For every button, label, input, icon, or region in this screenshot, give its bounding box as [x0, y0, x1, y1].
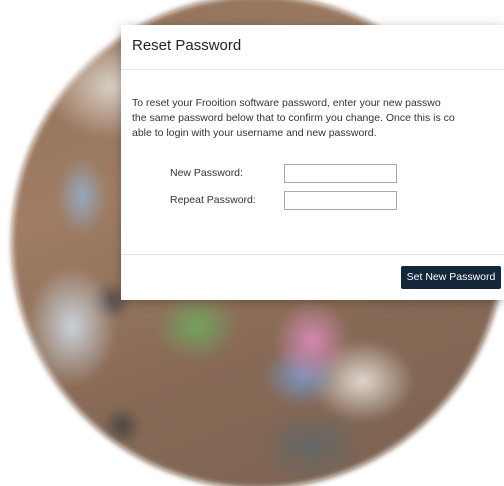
dialog-instructions: To reset your Frooition software passwor…: [132, 96, 504, 141]
repeat-password-label: Repeat Password:: [170, 194, 256, 206]
reset-password-dialog: Reset Password To reset your Frooition s…: [121, 25, 504, 300]
instruction-line-3: able to login with your username and new…: [132, 127, 377, 139]
new-password-row: New Password:: [121, 164, 504, 184]
dialog-footer: Set New Password: [121, 254, 504, 300]
new-password-input[interactable]: [284, 164, 397, 183]
instruction-line-2: the same password below that to confirm …: [132, 112, 455, 124]
new-password-label: New Password:: [170, 167, 243, 179]
repeat-password-row: Repeat Password:: [121, 191, 504, 211]
set-new-password-button[interactable]: Set New Password: [401, 266, 501, 289]
dialog-title: Reset Password: [132, 37, 242, 54]
repeat-password-input[interactable]: [284, 191, 397, 210]
instruction-line-1: To reset your Frooition software passwor…: [132, 97, 441, 109]
page: Reset Password To reset your Frooition s…: [0, 0, 504, 486]
dialog-header: Reset Password: [121, 25, 504, 70]
